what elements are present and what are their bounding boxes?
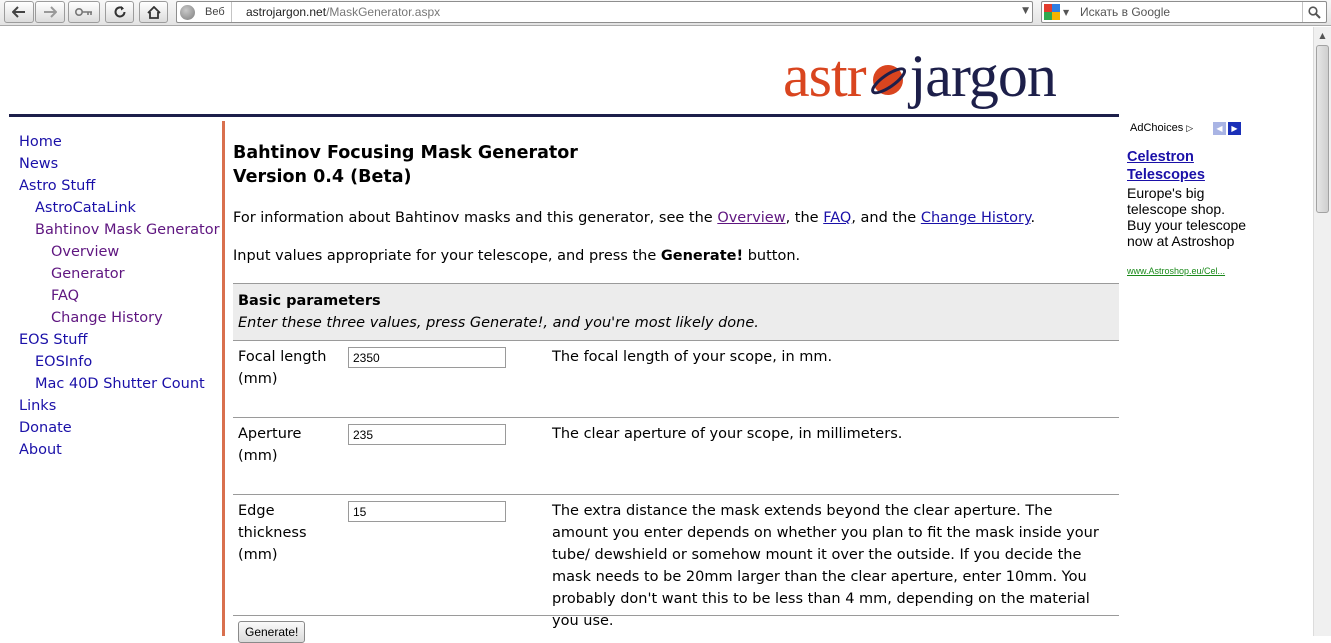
passwords-button[interactable] xyxy=(68,1,100,23)
sidebar-item-mac-40d-shutter-count[interactable]: Mac 40D Shutter Count xyxy=(19,373,219,395)
param-row-edge-thickness: Edge thickness (mm) The extra distance t… xyxy=(233,495,1119,629)
basic-parameters-heading: Basic parameters xyxy=(238,293,381,309)
sidebar-item-eos-stuff[interactable]: EOS Stuff xyxy=(19,329,219,351)
ad-prev-icon[interactable]: ◀ xyxy=(1213,122,1226,135)
vertical-scrollbar[interactable]: ▲ xyxy=(1313,27,1331,636)
intro-text-after: . xyxy=(1030,210,1036,226)
scroll-up-icon[interactable]: ▲ xyxy=(1314,28,1331,44)
instructions-text-after: button. xyxy=(743,248,801,264)
address-bar[interactable]: Веб astrojargon.net/MaskGenerator.aspx ▼ xyxy=(176,1,1033,23)
generate-button[interactable]: Generate! xyxy=(238,621,306,643)
address-dropdown-icon[interactable]: ▼ xyxy=(1022,6,1029,16)
param-row-focal-length: Focal length (mm) The focal length of yo… xyxy=(233,341,1119,418)
sidebar-nav: Home News Astro Stuff AstroCataLink Baht… xyxy=(19,131,220,461)
aperture-input[interactable] xyxy=(348,424,506,445)
search-engine-selector[interactable]: ▼ xyxy=(1044,4,1074,20)
intro-paragraph: For information about Bahtinov masks and… xyxy=(233,208,1035,228)
reload-button[interactable] xyxy=(105,1,134,23)
intro-text-sep1: , the xyxy=(785,210,824,226)
logo-text-astro: astr xyxy=(783,43,867,109)
search-button[interactable] xyxy=(1302,2,1326,22)
sidebar-item-faq[interactable]: FAQ xyxy=(19,285,219,307)
faq-link[interactable]: FAQ xyxy=(823,210,851,226)
focal-length-label: Focal length (mm) xyxy=(238,349,327,387)
edge-thickness-label: Edge thickness (mm) xyxy=(238,503,307,563)
address-scheme-label[interactable]: Веб xyxy=(199,2,232,22)
adchoices-link[interactable]: AdChoices ▷ xyxy=(1130,122,1193,134)
browser-toolbar: Веб astrojargon.net/MaskGenerator.aspx ▼… xyxy=(0,0,1331,26)
home-icon xyxy=(146,5,161,19)
back-button[interactable] xyxy=(4,1,34,23)
sidebar-item-generator[interactable]: Generator xyxy=(19,263,219,285)
focal-length-description: The focal length of your scope, in mm. xyxy=(552,349,833,365)
instructions-text-bold: Generate! xyxy=(660,248,744,264)
param-row-aperture: Aperture (mm) The clear aperture of your… xyxy=(233,418,1119,495)
address-host: astrojargon.net xyxy=(246,5,327,19)
adchoices-icon: ▷ xyxy=(1186,123,1194,133)
magnifier-icon xyxy=(1308,5,1321,19)
sidebar-divider xyxy=(222,121,225,636)
page-title: Bahtinov Focusing Mask Generator Version… xyxy=(233,141,1119,189)
sidebar-item-overview[interactable]: Overview xyxy=(19,241,219,263)
instructions-text-before: Input values appropriate for your telesc… xyxy=(233,248,661,264)
site-logo[interactable]: astr jargon xyxy=(783,40,1057,112)
adchoices-label: AdChoices xyxy=(1130,122,1184,134)
aperture-description: The clear aperture of your scope, in mil… xyxy=(552,426,903,442)
basic-parameters-subheading: Enter these three values, press Generate… xyxy=(238,315,759,331)
sidebar-item-home[interactable]: Home xyxy=(19,131,219,153)
aperture-label: Aperture (mm) xyxy=(238,426,302,464)
planet-icon xyxy=(868,60,908,100)
overview-link[interactable]: Overview xyxy=(717,210,785,226)
focal-length-input[interactable] xyxy=(348,347,506,368)
ad-next-icon[interactable]: ▶ xyxy=(1228,122,1241,135)
scrollbar-thumb[interactable] xyxy=(1316,45,1329,213)
sidebar-item-links[interactable]: Links xyxy=(19,395,219,417)
sidebar-item-astro-stuff[interactable]: Astro Stuff xyxy=(19,175,219,197)
page-title-line2: Version 0.4 (Beta) xyxy=(233,167,412,187)
edge-thickness-description: The extra distance the mask extends beyo… xyxy=(552,503,1099,629)
sidebar-item-donate[interactable]: Donate xyxy=(19,417,219,439)
key-icon xyxy=(75,8,92,16)
sidebar-item-news[interactable]: News xyxy=(19,153,219,175)
basic-parameters-header: Basic parameters Enter these three value… xyxy=(233,284,1119,341)
globe-icon xyxy=(180,5,195,20)
forward-button[interactable] xyxy=(35,1,65,23)
home-button[interactable] xyxy=(139,1,168,23)
ad-body-text: Europe's big telescope shop. Buy your te… xyxy=(1127,185,1247,249)
google-icon xyxy=(1044,4,1060,20)
edge-thickness-input[interactable] xyxy=(348,501,506,522)
main-content: Bahtinov Focusing Mask Generator Version… xyxy=(233,141,1119,629)
sidebar-item-eosinfo[interactable]: EOSInfo xyxy=(19,351,219,373)
sidebar-item-about[interactable]: About xyxy=(19,439,219,461)
basic-parameters-table: Basic parameters Enter these three value… xyxy=(233,283,1119,629)
page-title-line1: Bahtinov Focusing Mask Generator xyxy=(233,143,578,163)
sidebar-item-change-history[interactable]: Change History xyxy=(19,307,219,329)
back-arrow-icon xyxy=(12,6,25,18)
sidebar-item-astrocatalink[interactable]: AstroCataLink xyxy=(19,197,219,219)
ad-url-link[interactable]: www.Astroshop.eu/Cel... xyxy=(1127,266,1225,276)
change-history-link[interactable]: Change History xyxy=(921,210,1031,226)
reload-icon xyxy=(114,6,125,18)
address-url[interactable]: astrojargon.net/MaskGenerator.aspx xyxy=(246,2,440,22)
sidebar-item-bahtinov-mask-generator[interactable]: Bahtinov Mask Generator xyxy=(19,219,220,241)
logo-text-jargon: jargon xyxy=(909,43,1057,109)
search-box: ▼ xyxy=(1041,1,1327,23)
header-divider xyxy=(9,114,1119,117)
instructions-paragraph: Input values appropriate for your telesc… xyxy=(233,246,800,266)
search-input[interactable] xyxy=(1080,3,1300,21)
address-path: /MaskGenerator.aspx xyxy=(326,5,441,19)
intro-text-before: For information about Bahtinov masks and… xyxy=(233,210,718,226)
forward-arrow-icon xyxy=(44,6,57,18)
intro-text-sep2: , and the xyxy=(851,210,921,226)
ad-title-link[interactable]: Celestron Telescopes xyxy=(1127,148,1237,184)
chevron-down-icon: ▼ xyxy=(1063,7,1070,17)
